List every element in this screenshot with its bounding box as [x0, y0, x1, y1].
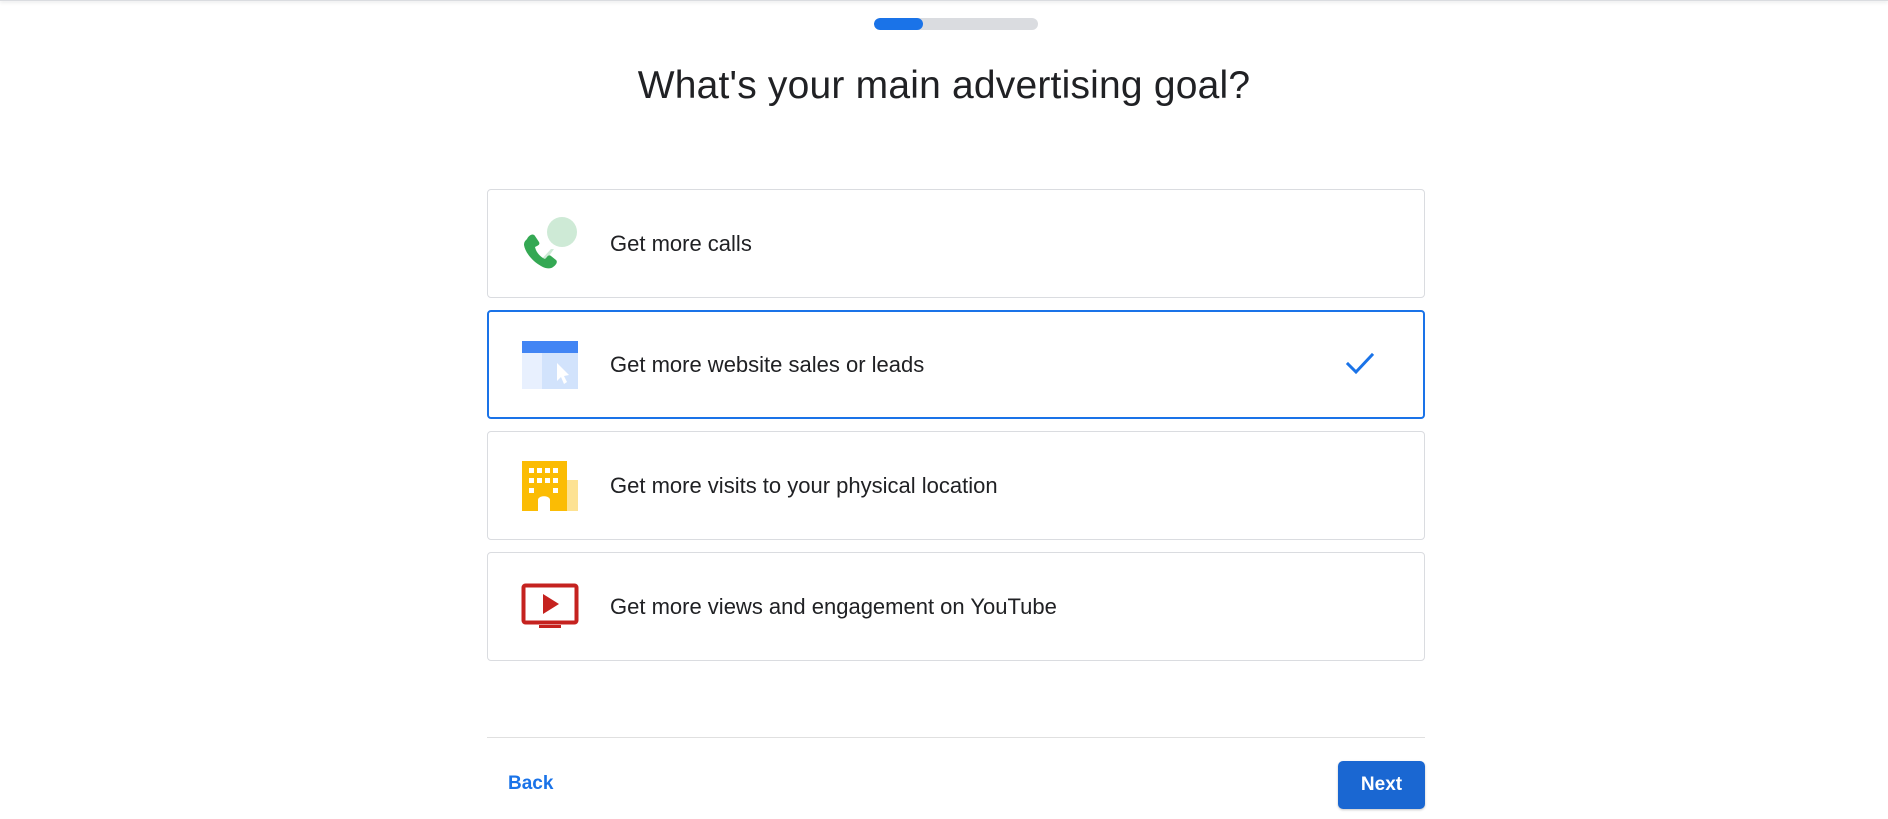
back-button[interactable]: Back: [496, 766, 565, 802]
goal-option-calls-label: Get more calls: [610, 231, 752, 256]
youtube-play-icon: [521, 579, 579, 635]
goal-option-website[interactable]: Get more website sales or leads: [487, 310, 1425, 419]
building-icon: [521, 458, 579, 514]
next-button[interactable]: Next: [1338, 761, 1425, 809]
goal-options-list: Get more calls Get more website sales or…: [487, 189, 1425, 673]
goal-option-calls[interactable]: Get more calls: [487, 189, 1425, 298]
footer-divider: [487, 737, 1425, 738]
phone-call-icon: [521, 216, 579, 272]
goal-option-youtube[interactable]: Get more views and engagement on YouTube: [487, 552, 1425, 661]
goal-option-youtube-label: Get more views and engagement on YouTube: [610, 594, 1057, 619]
goal-option-location[interactable]: Get more visits to your physical locatio…: [487, 431, 1425, 540]
check-icon: [1345, 350, 1375, 378]
website-cursor-icon: [521, 337, 579, 393]
goal-option-website-label: Get more website sales or leads: [610, 352, 925, 377]
page-title: What's your main advertising goal?: [637, 64, 1251, 107]
progress-bar: [874, 18, 1038, 30]
top-bar-shadow: [0, 0, 1888, 1]
goal-option-location-label: Get more visits to your physical locatio…: [610, 473, 998, 498]
progress-bar-fill: [874, 18, 924, 30]
